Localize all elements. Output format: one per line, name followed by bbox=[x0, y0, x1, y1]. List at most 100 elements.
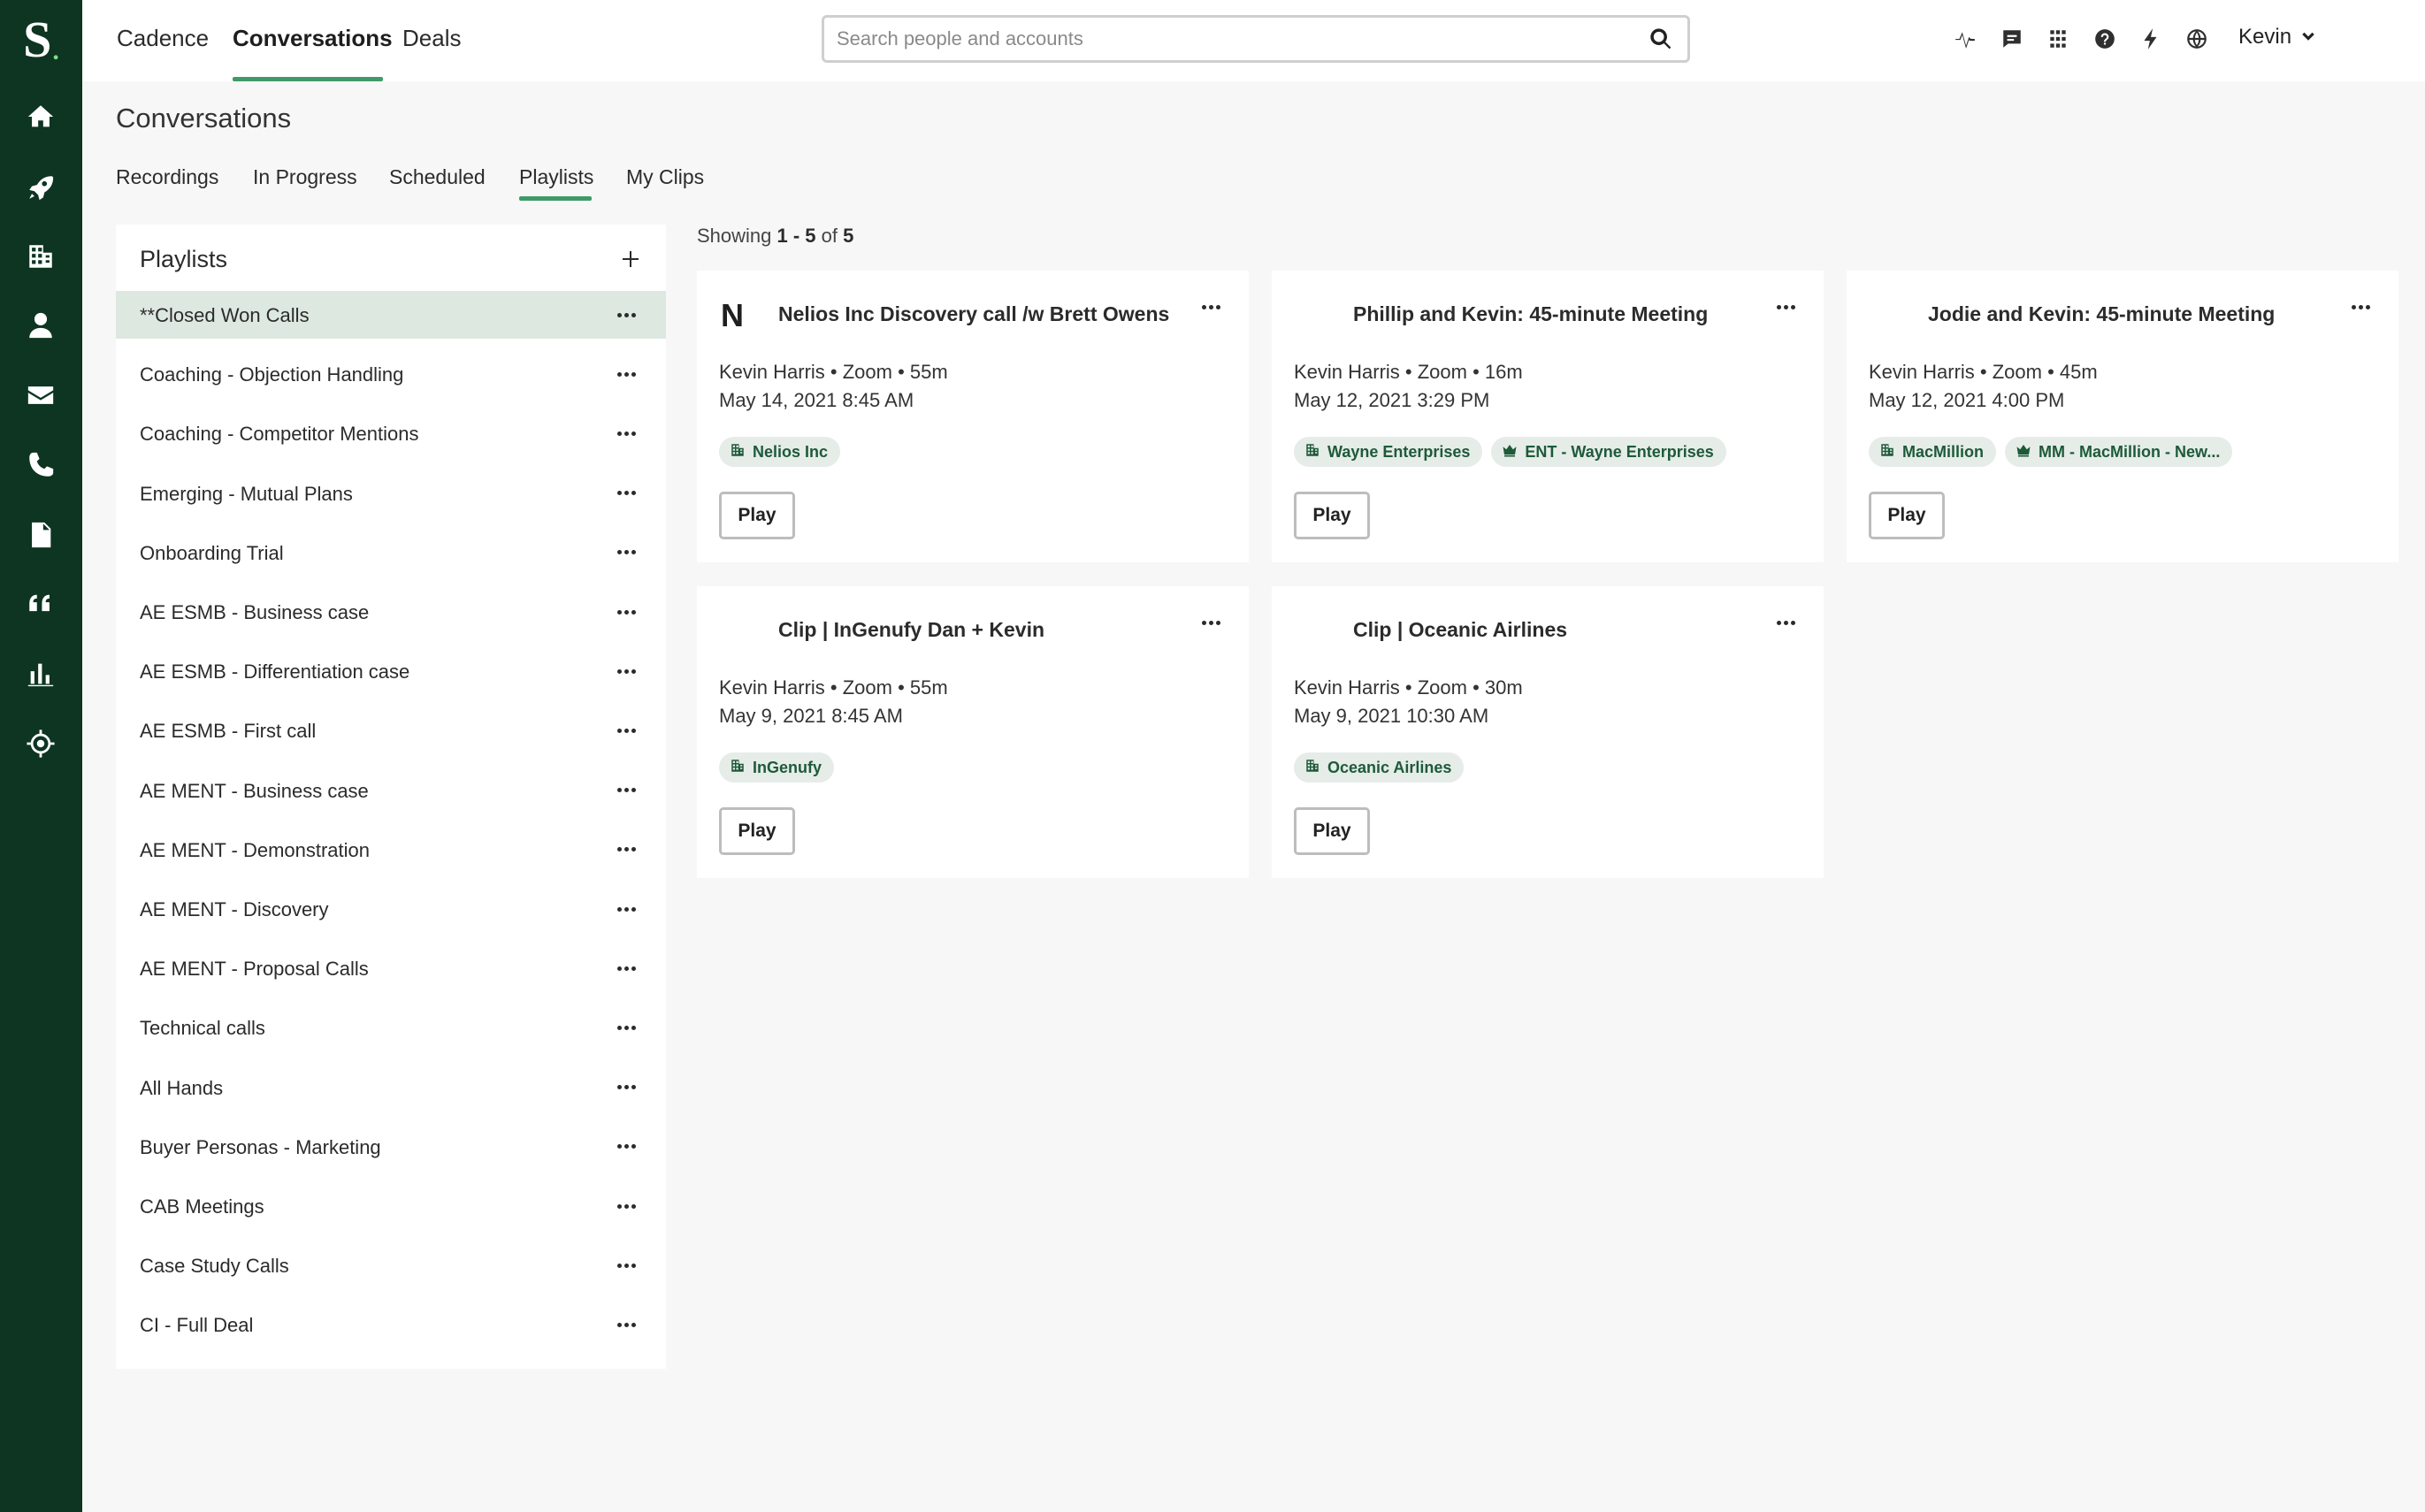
account-tag[interactable]: Oceanic Airlines bbox=[1294, 752, 1465, 783]
crosshair-icon[interactable] bbox=[23, 726, 58, 761]
globe-icon[interactable] bbox=[2183, 25, 2211, 53]
conversation-card[interactable]: Phillip and Kevin: 45-minute Meeting Kevi… bbox=[1272, 271, 1824, 562]
playlist-item[interactable]: Onboarding Trial bbox=[116, 529, 666, 577]
playlists-panel: Playlists **Closed Won Calls Coaching - O… bbox=[116, 225, 666, 1369]
card-title[interactable]: Clip | InGenufy Dan + Kevin bbox=[778, 618, 1044, 642]
more-options-icon[interactable] bbox=[613, 480, 639, 507]
card-date: May 12, 2021 4:00 PM bbox=[1869, 389, 2065, 411]
playlist-item[interactable]: AE ESMB - First call bbox=[116, 706, 666, 754]
help-icon[interactable] bbox=[2091, 25, 2119, 53]
card-title[interactable]: Nelios Inc Discovery call /w Brett Owens bbox=[778, 302, 1169, 326]
user-menu[interactable]: Kevin bbox=[2238, 25, 2316, 50]
more-options-icon[interactable] bbox=[613, 1134, 639, 1160]
lightning-icon[interactable] bbox=[2137, 25, 2165, 53]
account-tag[interactable]: Wayne Enterprises bbox=[1294, 437, 1483, 467]
activity-icon[interactable] bbox=[1951, 25, 1979, 53]
account-tag[interactable]: MM - MacMillion - New... bbox=[2005, 437, 2233, 467]
search-icon[interactable] bbox=[1649, 27, 1673, 51]
account-tag[interactable]: Nelios Inc bbox=[719, 437, 841, 467]
phone-icon[interactable] bbox=[23, 447, 58, 483]
playlist-item[interactable]: Coaching - Objection Handling bbox=[116, 350, 666, 398]
more-options-icon[interactable] bbox=[613, 1014, 639, 1041]
more-options-icon[interactable] bbox=[613, 896, 639, 922]
play-button[interactable]: Play bbox=[1869, 492, 1945, 539]
building-icon[interactable] bbox=[23, 239, 58, 274]
play-button[interactable]: Play bbox=[1294, 492, 1370, 539]
conversation-card[interactable]: Clip | InGenufy Dan + Kevin Kevin Harris … bbox=[697, 586, 1249, 878]
more-options-icon[interactable] bbox=[1197, 609, 1224, 636]
salesloft-logo[interactable]: S. bbox=[0, 11, 82, 69]
more-options-icon[interactable] bbox=[613, 777, 639, 804]
playlist-item[interactable]: CAB Meetings bbox=[116, 1182, 666, 1230]
more-options-icon[interactable] bbox=[1772, 294, 1799, 320]
playlist-item[interactable]: AE ESMB - Business case bbox=[116, 588, 666, 636]
add-playlist-button[interactable] bbox=[616, 244, 646, 274]
conversation-card[interactable]: Clip | Oceanic Airlines Kevin Harris • Zo… bbox=[1272, 586, 1824, 878]
more-options-icon[interactable] bbox=[613, 658, 639, 684]
playlist-item[interactable]: Buyer Personas - Marketing bbox=[116, 1123, 666, 1171]
playlist-item[interactable]: Case Study Calls bbox=[116, 1241, 666, 1289]
more-options-icon[interactable] bbox=[613, 599, 639, 625]
more-options-icon[interactable] bbox=[613, 539, 639, 566]
play-button[interactable]: Play bbox=[719, 492, 795, 539]
playlist-item[interactable]: AE MENT - Demonstration bbox=[116, 826, 666, 874]
conversation-card[interactable]: Jodie and Kevin: 45-minute Meeting Kevin … bbox=[1847, 271, 2398, 562]
playlist-item[interactable]: AE ESMB - Differentiation case bbox=[116, 647, 666, 695]
bar-chart-icon[interactable] bbox=[23, 656, 58, 691]
card-title[interactable]: Clip | Oceanic Airlines bbox=[1353, 618, 1567, 642]
more-options-icon[interactable] bbox=[613, 361, 639, 387]
more-options-icon[interactable] bbox=[1772, 609, 1799, 636]
more-options-icon[interactable] bbox=[1197, 294, 1224, 320]
account-tag[interactable]: MacMillion bbox=[1869, 437, 1997, 467]
playlist-item[interactable]: AE MENT - Business case bbox=[116, 767, 666, 814]
more-options-icon[interactable] bbox=[2347, 294, 2374, 320]
more-options-icon[interactable] bbox=[613, 1074, 639, 1101]
more-options-icon[interactable] bbox=[613, 302, 639, 328]
playlist-item[interactable]: CI - Full Deal bbox=[116, 1301, 666, 1348]
chat-icon[interactable] bbox=[1998, 25, 2026, 53]
playlist-item[interactable]: **Closed Won Calls bbox=[116, 291, 666, 339]
apps-grid-icon[interactable] bbox=[2044, 25, 2072, 53]
playlist-item[interactable]: Emerging - Mutual Plans bbox=[116, 470, 666, 517]
playlist-item[interactable]: Coaching - Competitor Mentions bbox=[116, 409, 666, 457]
quote-icon[interactable] bbox=[23, 587, 58, 622]
card-title[interactable]: Jodie and Kevin: 45-minute Meeting bbox=[1928, 302, 2275, 326]
tab-my-clips[interactable]: My Clips bbox=[626, 165, 704, 189]
home-icon[interactable] bbox=[23, 99, 58, 134]
rocket-icon[interactable] bbox=[23, 170, 58, 205]
topnav-deals[interactable]: Deals bbox=[402, 25, 461, 52]
document-icon[interactable] bbox=[23, 517, 58, 553]
search-input[interactable] bbox=[837, 18, 1633, 60]
tab-recordings[interactable]: Recordings bbox=[116, 165, 218, 189]
playlist-item-label: Emerging - Mutual Plans bbox=[140, 482, 353, 505]
person-icon[interactable] bbox=[23, 308, 58, 343]
tab-in-progress[interactable]: In Progress bbox=[253, 165, 357, 189]
card-meta: Kevin Harris • Zoom • 45m bbox=[1869, 361, 2098, 383]
tab-playlists[interactable]: Playlists bbox=[519, 165, 593, 189]
card-title[interactable]: Phillip and Kevin: 45-minute Meeting bbox=[1353, 302, 1708, 326]
card-meta: Kevin Harris • Zoom • 30m bbox=[1294, 676, 1523, 699]
account-tag[interactable]: ENT - Wayne Enterprises bbox=[1491, 437, 1726, 467]
more-options-icon[interactable] bbox=[613, 1193, 639, 1219]
play-button[interactable]: Play bbox=[1294, 807, 1370, 855]
left-rail: S. bbox=[0, 0, 82, 1512]
more-options-icon[interactable] bbox=[613, 420, 639, 447]
playlist-item[interactable]: All Hands bbox=[116, 1064, 666, 1111]
topnav-conversations[interactable]: Conversations bbox=[233, 25, 393, 52]
envelope-icon[interactable] bbox=[23, 378, 58, 413]
account-tag[interactable]: InGenufy bbox=[719, 752, 835, 783]
playlist-item-label: Case Study Calls bbox=[140, 1255, 289, 1278]
more-options-icon[interactable] bbox=[613, 717, 639, 744]
tag-label: MacMillion bbox=[1902, 442, 1985, 461]
conversation-card[interactable]: N Nelios Inc Discovery call /w Brett Owen… bbox=[697, 271, 1249, 562]
more-options-icon[interactable] bbox=[613, 955, 639, 981]
topnav-cadence[interactable]: Cadence bbox=[117, 25, 209, 52]
playlist-item[interactable]: Technical calls bbox=[116, 1004, 666, 1051]
more-options-icon[interactable] bbox=[613, 1311, 639, 1338]
more-options-icon[interactable] bbox=[613, 1252, 639, 1279]
tab-scheduled[interactable]: Scheduled bbox=[389, 165, 486, 189]
playlist-item[interactable]: AE MENT - Discovery bbox=[116, 885, 666, 933]
more-options-icon[interactable] bbox=[613, 836, 639, 863]
playlist-item[interactable]: AE MENT - Proposal Calls bbox=[116, 944, 666, 992]
play-button[interactable]: Play bbox=[719, 807, 795, 855]
